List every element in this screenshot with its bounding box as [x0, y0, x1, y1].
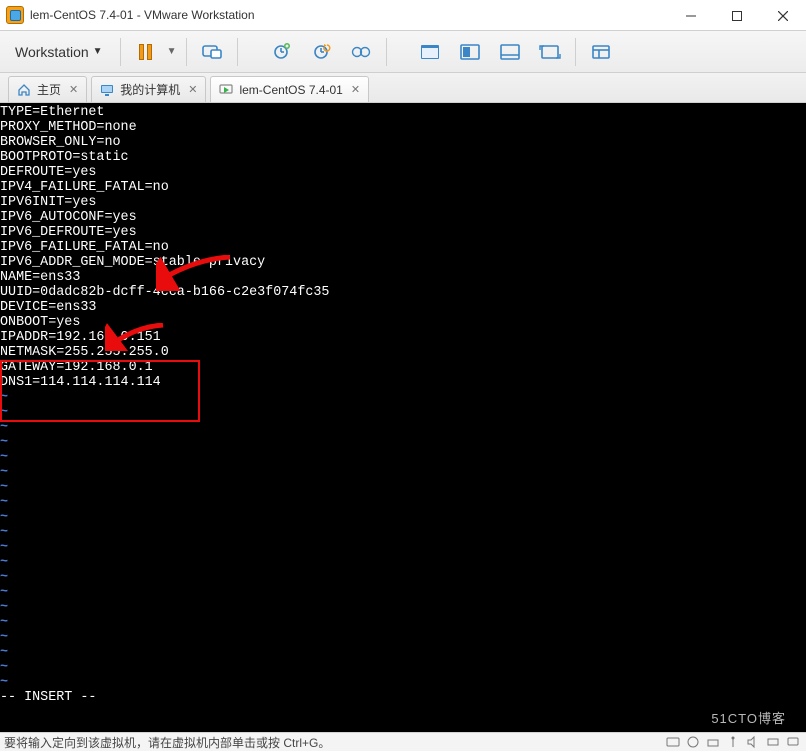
device-disk-icon[interactable]	[666, 735, 680, 749]
tab-close-icon[interactable]: ✕	[351, 83, 360, 96]
toolbar-separator	[237, 38, 238, 66]
status-tray	[666, 735, 800, 749]
tab-home[interactable]: 主页 ✕	[8, 76, 87, 102]
close-button[interactable]	[760, 0, 806, 31]
terminal-viewport[interactable]: TYPE=Ethernet PROXY_METHOD=none BROWSER_…	[0, 103, 806, 732]
workstation-menu-label: Workstation	[15, 44, 89, 60]
snapshot-take-button[interactable]	[266, 37, 296, 67]
tab-close-icon[interactable]: ✕	[188, 83, 197, 96]
device-sound-icon[interactable]	[746, 735, 760, 749]
window-controls	[668, 0, 806, 30]
tab-label: 主页	[37, 81, 61, 98]
toolbar-separator	[186, 38, 187, 66]
pause-icon	[139, 44, 152, 60]
tab-close-icon[interactable]: ✕	[69, 83, 78, 96]
maximize-button[interactable]	[714, 0, 760, 31]
device-usb-icon[interactable]	[726, 735, 740, 749]
pause-vm-button[interactable]	[131, 37, 161, 67]
view-stretch-button[interactable]	[535, 37, 565, 67]
device-printer-icon[interactable]	[766, 735, 780, 749]
power-dropdown[interactable]: ▼	[167, 46, 177, 57]
minimize-button[interactable]	[668, 0, 714, 31]
message-log-icon[interactable]	[786, 735, 800, 749]
workstation-menu[interactable]: Workstation ▼	[8, 39, 110, 65]
tab-my-computer[interactable]: 我的计算机 ✕	[91, 76, 206, 102]
device-cd-icon[interactable]	[686, 735, 700, 749]
view-console-button[interactable]	[495, 37, 525, 67]
view-library-button[interactable]	[586, 37, 616, 67]
app-icon	[6, 6, 24, 24]
snapshot-manager-button[interactable]	[346, 37, 376, 67]
toolbar-separator	[120, 38, 121, 66]
main-toolbar: Workstation ▼ ▼	[0, 31, 806, 73]
vm-running-icon	[219, 83, 233, 97]
caret-down-icon: ▼	[93, 46, 103, 57]
terminal-text: TYPE=Ethernet PROXY_METHOD=none BROWSER_…	[0, 103, 806, 705]
view-fullscreen-button[interactable]	[415, 37, 445, 67]
tabs-row: 主页 ✕ 我的计算机 ✕ lem-CentOS 7.4-01 ✕	[0, 73, 806, 103]
status-bar: 要将输入定向到该虚拟机，请在虚拟机内部单击或按 Ctrl+G。	[0, 732, 806, 751]
status-text: 要将输入定向到该虚拟机，请在虚拟机内部单击或按 Ctrl+G。	[4, 734, 330, 751]
window-title-bar: lem-CentOS 7.4-01 - VMware Workstation	[0, 0, 806, 31]
tab-vm-active[interactable]: lem-CentOS 7.4-01 ✕	[210, 76, 369, 102]
tab-label: lem-CentOS 7.4-01	[239, 83, 342, 97]
view-unity-button[interactable]	[455, 37, 485, 67]
home-icon	[17, 83, 31, 97]
window-title: lem-CentOS 7.4-01 - VMware Workstation	[30, 8, 668, 22]
monitor-icon	[100, 83, 114, 97]
tab-label: 我的计算机	[120, 81, 180, 98]
toolbar-separator	[575, 38, 576, 66]
toolbar-separator	[386, 38, 387, 66]
send-ctrl-alt-del-button[interactable]	[197, 37, 227, 67]
snapshot-revert-button[interactable]	[306, 37, 336, 67]
device-net-icon[interactable]	[706, 735, 720, 749]
